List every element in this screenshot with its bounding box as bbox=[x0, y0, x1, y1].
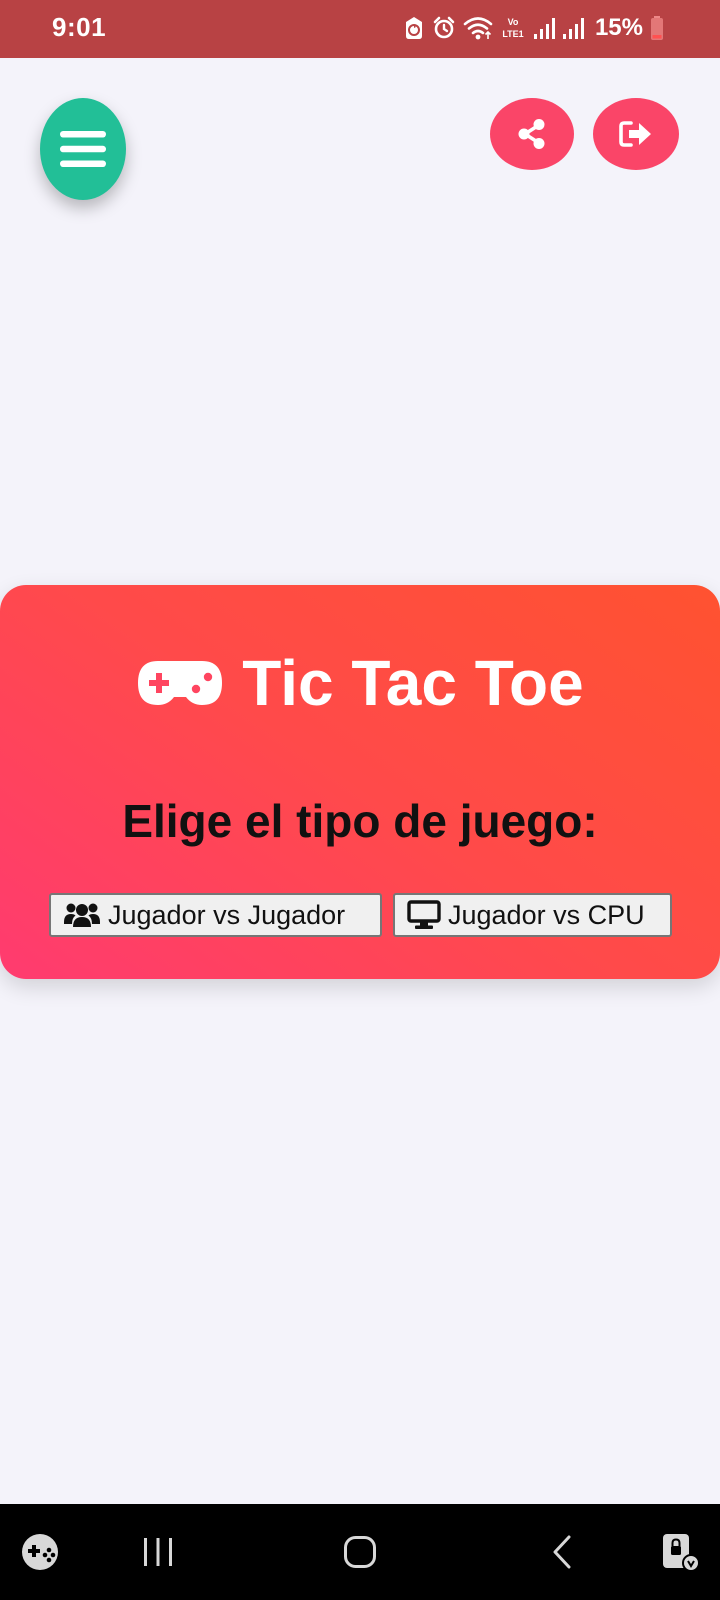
wifi-icon bbox=[463, 17, 493, 40]
svg-text:LTE1: LTE1 bbox=[502, 29, 523, 39]
back-button[interactable] bbox=[540, 1504, 584, 1600]
menu-button[interactable] bbox=[40, 98, 126, 200]
game-mode-card: Tic Tac Toe Elige el tipo de juego: Juga… bbox=[0, 585, 720, 979]
status-bar: 9:01 Vo LTE1 15% bbox=[0, 0, 720, 58]
desktop-icon bbox=[407, 900, 441, 929]
hamburger-icon bbox=[60, 131, 106, 167]
battery-percentage: 15% bbox=[594, 14, 643, 41]
recent-apps-icon bbox=[144, 1538, 172, 1566]
player-vs-player-button[interactable]: Jugador vs Jugador bbox=[49, 893, 382, 937]
share-icon bbox=[518, 119, 545, 149]
game-launcher-status-icon bbox=[405, 17, 422, 39]
battery-icon bbox=[651, 16, 663, 40]
share-button[interactable] bbox=[490, 98, 574, 170]
logout-button[interactable] bbox=[593, 98, 679, 170]
alarm-icon bbox=[433, 16, 455, 39]
screen-lock-icon bbox=[663, 1534, 700, 1572]
logout-icon bbox=[619, 121, 651, 147]
gamepad-icon bbox=[138, 661, 223, 705]
player-vs-cpu-button[interactable]: Jugador vs CPU bbox=[393, 893, 672, 937]
volte-label: Vo LTE1 bbox=[502, 17, 523, 39]
navigation-bar bbox=[0, 1504, 720, 1600]
card-title: Tic Tac Toe bbox=[0, 651, 720, 715]
app-title: Tic Tac Toe bbox=[242, 647, 584, 719]
signal-icon bbox=[533, 18, 555, 39]
status-time: 9:01 bbox=[52, 12, 107, 42]
signal-icon bbox=[562, 18, 584, 39]
player-vs-player-label: Jugador vs Jugador bbox=[108, 899, 346, 930]
home-button[interactable] bbox=[330, 1504, 390, 1600]
game-tools-icon bbox=[22, 1534, 58, 1570]
recent-apps-button[interactable] bbox=[130, 1504, 186, 1600]
home-icon bbox=[344, 1536, 376, 1568]
svg-text:Vo: Vo bbox=[508, 17, 519, 27]
users-icon bbox=[64, 903, 100, 927]
status-icons: Vo LTE1 15% bbox=[403, 12, 664, 44]
game-tools-button[interactable] bbox=[16, 1504, 64, 1600]
game-type-prompt: Elige el tipo de juego: bbox=[122, 795, 598, 847]
back-icon bbox=[553, 1535, 571, 1569]
screen-lock-button[interactable] bbox=[656, 1504, 704, 1600]
player-vs-cpu-label: Jugador vs CPU bbox=[448, 899, 645, 930]
